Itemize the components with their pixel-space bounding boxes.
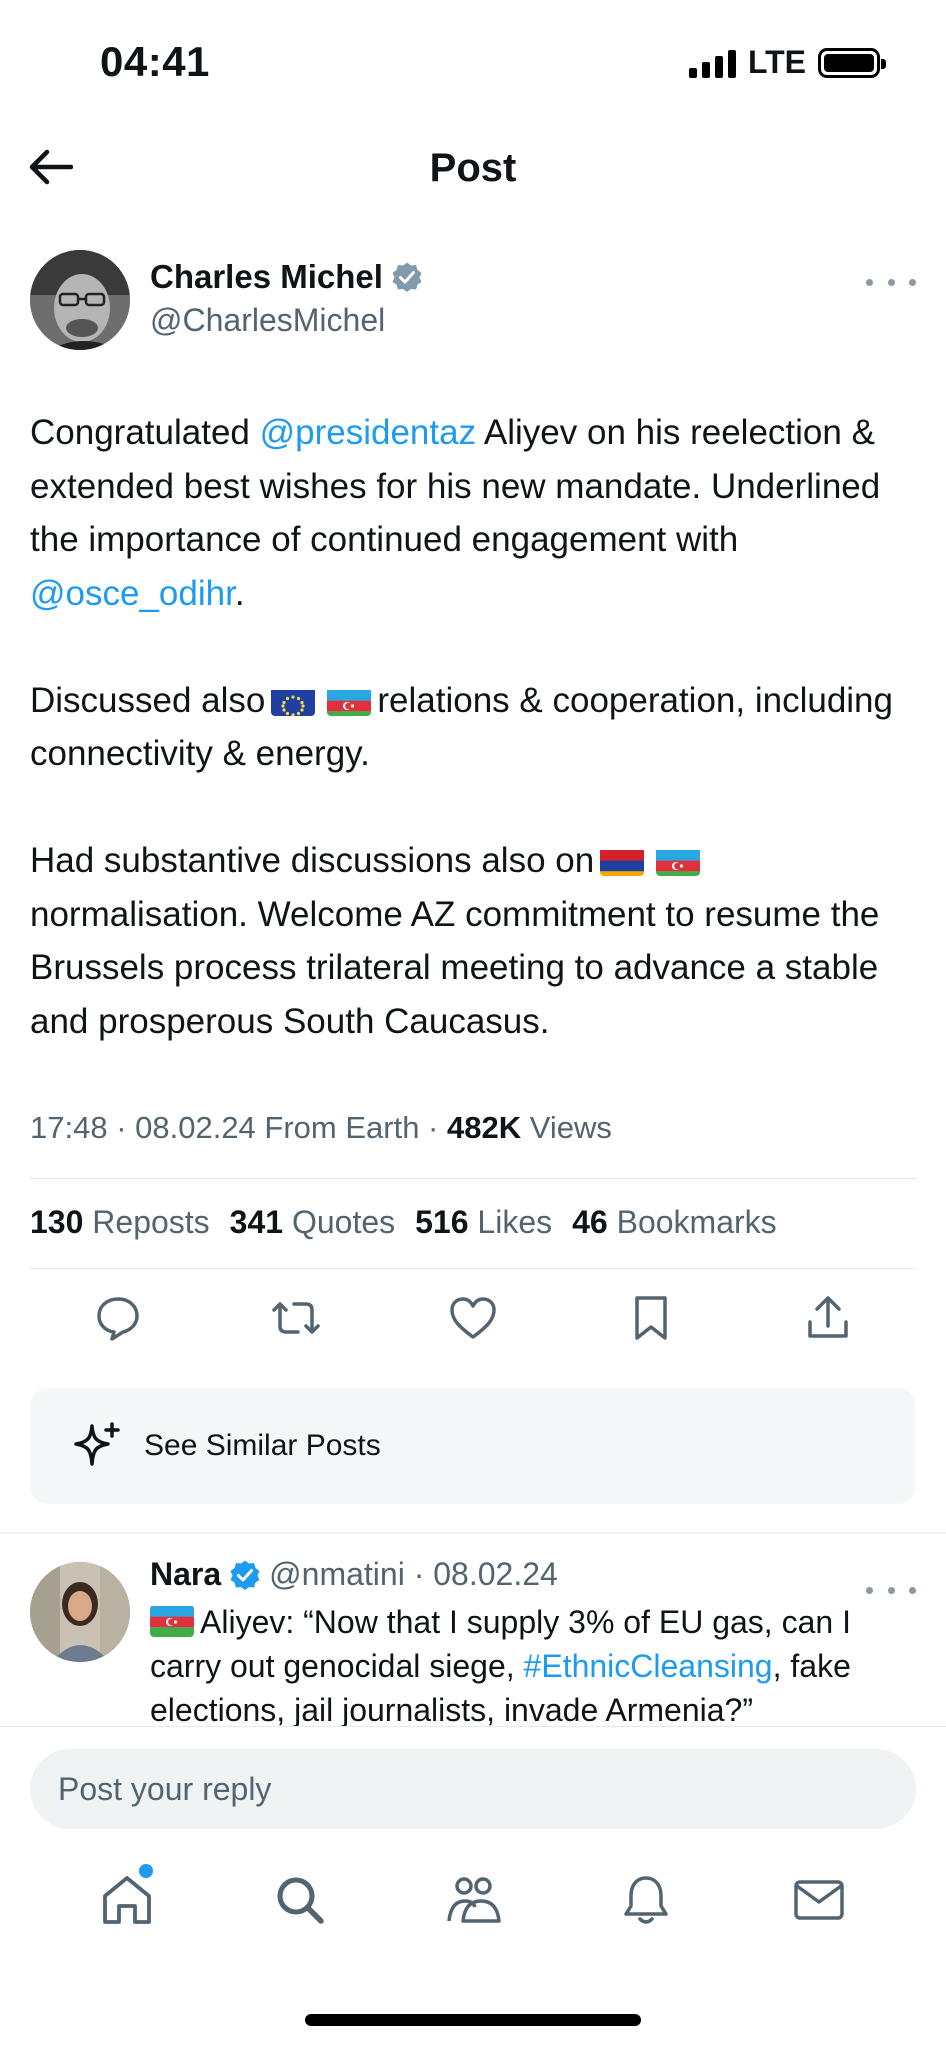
post-author: Charles Michel @CharlesMichel xyxy=(30,250,916,360)
text-segment: Congratulated xyxy=(30,413,260,452)
page-title: Post xyxy=(429,146,517,190)
author-handle[interactable]: @CharlesMichel xyxy=(150,302,385,339)
post-text: Congratulated @presidentaz Aliyev on his… xyxy=(30,406,920,1048)
azerbaijan-flag-icon xyxy=(327,684,372,716)
more-options-icon[interactable] xyxy=(866,1578,916,1602)
similar-posts-label: See Similar Posts xyxy=(144,1429,381,1462)
engagement-stats: 130 Reposts 341 Quotes 516 Likes 46 Book… xyxy=(30,1204,777,1241)
bottom-tab-bar xyxy=(0,1860,946,1960)
post-meta: 17:48 · 08.02.24 From Earth · 482K Views xyxy=(30,1110,612,1146)
reply-button[interactable] xyxy=(90,1290,146,1346)
section-divider xyxy=(0,1532,946,1534)
reply-author-name[interactable]: Nara xyxy=(150,1556,221,1593)
heart-icon xyxy=(450,1297,496,1339)
more-options-icon[interactable] xyxy=(866,270,916,294)
repost-icon xyxy=(271,1302,320,1334)
home-indicator xyxy=(305,2014,641,2026)
sparkle-icon xyxy=(74,1422,120,1466)
reply-handle-date[interactable]: @nmatini · 08.02.24 xyxy=(269,1556,558,1593)
post-paragraph-1: Congratulated @presidentaz Aliyev on his… xyxy=(30,406,920,620)
tab-search[interactable] xyxy=(260,1860,340,1940)
signal-icon xyxy=(688,48,736,78)
text-segment: Had substantive discussions also on xyxy=(30,841,595,880)
share-icon xyxy=(808,1296,848,1338)
notification-dot xyxy=(138,1864,153,1878)
azerbaijan-flag-icon xyxy=(150,1605,194,1637)
tab-home[interactable] xyxy=(87,1860,167,1940)
battery-icon xyxy=(818,47,886,78)
network-label: LTE xyxy=(747,44,806,80)
reposts-stat[interactable]: 130 Reposts xyxy=(30,1204,210,1241)
eu-flag-icon xyxy=(271,684,316,716)
status-time: 04:41 xyxy=(100,38,210,85)
tab-communities[interactable] xyxy=(433,1860,513,1940)
avatar[interactable] xyxy=(30,1562,130,1662)
divider xyxy=(30,1268,916,1269)
repost-button[interactable] xyxy=(268,1290,324,1346)
home-icon xyxy=(102,1876,151,1924)
likes-stat[interactable]: 516 Likes xyxy=(415,1204,552,1241)
avatar[interactable] xyxy=(30,250,130,350)
views-label: Views xyxy=(521,1110,612,1145)
hashtag-link[interactable]: #EthnicCleansing xyxy=(524,1648,773,1684)
reply-avatar-image xyxy=(30,1562,130,1662)
like-button[interactable] xyxy=(445,1290,501,1346)
text-segment: Discussed also xyxy=(30,680,266,720)
azerbaijan-flag-icon xyxy=(656,844,701,876)
mention-osce-odihr[interactable]: @osce_odihr xyxy=(30,574,235,613)
verified-badge-icon xyxy=(230,1560,260,1590)
text-segment: . xyxy=(234,573,245,613)
post-timestamp: 17:48 · 08.02.24 From Earth · xyxy=(30,1110,447,1145)
quotes-stat[interactable]: 341 Quotes xyxy=(230,1204,395,1241)
mention-presidentaz[interactable]: @presidentaz xyxy=(260,413,476,452)
views-count: 482K xyxy=(447,1110,522,1145)
tab-messages[interactable] xyxy=(779,1860,859,1940)
tab-notifications[interactable] xyxy=(606,1860,686,1940)
reply-post[interactable]: Nara @nmatini · 08.02.24 Aliyev: “Now th… xyxy=(30,1556,916,1726)
text-segment: normalisation. Welcome AZ commitment to … xyxy=(30,894,880,1041)
post-paragraph-3: Had substantive discussions also on norma… xyxy=(30,834,920,1048)
divider xyxy=(30,1178,916,1179)
see-similar-posts-button[interactable]: See Similar Posts xyxy=(30,1388,916,1504)
reply-composer: Post your reply xyxy=(0,1726,946,1836)
bell-icon xyxy=(624,1876,668,1924)
search-icon xyxy=(277,1877,324,1924)
reply-text: Aliyev: “Now that I supply 3% of EU gas,… xyxy=(150,1600,916,1726)
post-paragraph-2: Discussed also relations & cooperation, i… xyxy=(30,674,920,781)
mail-icon xyxy=(794,1880,845,1920)
verified-badge-icon xyxy=(392,262,422,292)
author-avatar-image xyxy=(30,250,130,350)
armenia-flag-icon xyxy=(600,844,645,876)
author-name[interactable]: Charles Michel xyxy=(150,258,383,296)
top-nav: Post xyxy=(0,130,946,210)
reply-input[interactable]: Post your reply xyxy=(30,1749,916,1829)
bookmark-button[interactable] xyxy=(623,1290,679,1346)
bookmarks-stat[interactable]: 46 Bookmarks xyxy=(572,1204,777,1241)
bookmark-icon xyxy=(634,1296,667,1340)
status-bar: 04:41 LTE xyxy=(0,0,946,120)
post-actions xyxy=(90,1290,856,1350)
share-button[interactable] xyxy=(800,1290,856,1346)
status-icons: LTE xyxy=(688,44,886,81)
comment-icon xyxy=(97,1297,139,1341)
communities-icon xyxy=(447,1877,501,1923)
